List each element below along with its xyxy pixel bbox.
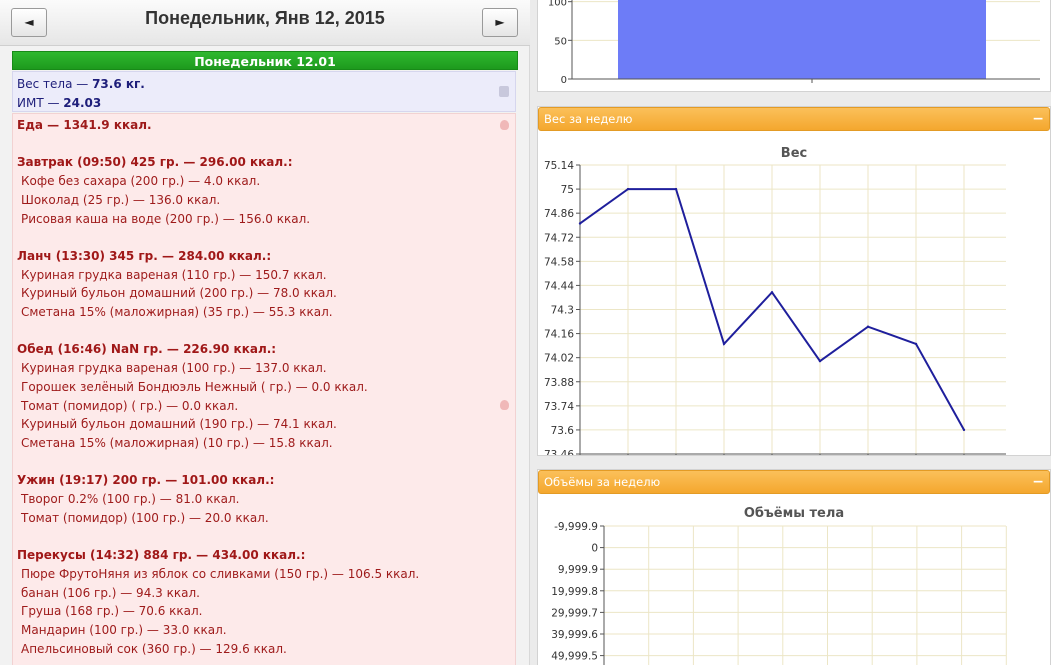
volumes-panel-header[interactable]: Объёмы за неделю − — [538, 470, 1050, 494]
y-tick-label: 50 — [554, 36, 567, 47]
y-tick-label: 74.44 — [544, 280, 574, 292]
meal-title[interactable]: Ланч (13:30) 345 гр. — 284.00 ккал.: — [17, 247, 511, 266]
food-box: Еда — 1341.9 ккал. Завтрак (09:50) 425 г… — [12, 113, 516, 665]
y-tick-label: 73.74 — [544, 401, 574, 413]
meal-item[interactable]: Пюре ФрутоНяня из яблок со сливками (150… — [17, 565, 511, 584]
weight-row: Вес тела — 73.6 кг. — [17, 75, 511, 94]
meal-title[interactable]: Обед (16:46) NaN гр. — 226.90 ккал.: — [17, 340, 511, 359]
meal-item[interactable]: Сметана 15% (маложирная) (10 гр.) — 15.8… — [17, 434, 511, 453]
next-day-button[interactable]: ► — [482, 8, 518, 37]
meal-title[interactable]: Ужин (19:17) 200 гр. — 101.00 ккал.: — [17, 471, 511, 490]
weight-point — [866, 325, 870, 328]
weight-point — [578, 222, 582, 225]
y-tick-label: 100 — [548, 0, 567, 9]
date-header: ◄ Понедельник, Янв 12, 2015 ► — [0, 0, 530, 46]
meal-item[interactable]: Куриная грудка вареная (100 гр.) — 137.0… — [17, 359, 511, 378]
y-tick-label: 74.16 — [544, 329, 574, 341]
body-stats-box: Вес тела — 73.6 кг. ИМТ — 24.03 — [12, 71, 516, 112]
meal-item[interactable]: Груша (168 гр.) — 70.6 ккал. — [17, 602, 511, 621]
y-tick-label: 74.86 — [544, 208, 574, 220]
y-tick-label: 74.3 — [551, 305, 574, 317]
meal-item[interactable]: Апельсиновый сок (360 гр.) — 129.6 ккал. — [17, 640, 511, 659]
collapse-button[interactable]: − — [1032, 108, 1044, 130]
y-tick-label: 74.02 — [544, 353, 574, 365]
y-tick-label: 29,999.7 — [551, 607, 598, 619]
meal-item[interactable]: Мандарин (100 гр.) — 33.0 ккал. — [17, 621, 511, 640]
meal-item[interactable]: Куриный бульон домашний (190 гр.) — 74.1… — [17, 415, 511, 434]
volumes-line-chart: Объёмы тела -9,999.9 0 9,999.9 19,999.8 29,99… — [551, 506, 1007, 665]
y-tick-label: 0 — [591, 543, 598, 555]
weight-label: Вес тела — — [17, 77, 93, 91]
y-tick-label: 74.72 — [544, 232, 574, 244]
meal-title[interactable]: Завтрак (09:50) 425 гр. — 296.00 ккал.: — [17, 153, 511, 172]
meal-item[interactable]: Томат (помидор) (100 гр.) — 20.0 ккал. — [17, 509, 511, 528]
y-tick-label: 73.88 — [544, 377, 574, 389]
weight-panel-title: Вес за неделю — [544, 112, 633, 126]
meal-item[interactable]: Кофе без сахара (200 гр.) — 4.0 ккал. — [17, 172, 511, 191]
y-tick-label: 49,999.5 — [551, 651, 598, 663]
bmi-value: 24.03 — [63, 96, 102, 110]
meal-item[interactable]: Томат (помидор) ( гр.) — 0.0 ккал. — [17, 397, 511, 416]
weight-point — [626, 187, 630, 191]
y-tick-label: 73.46 — [544, 449, 574, 455]
weight-point — [914, 342, 918, 346]
weight-point — [962, 428, 966, 432]
apple-icon[interactable] — [500, 400, 509, 410]
y-tick-label: 0 — [561, 75, 567, 86]
weight-point — [722, 342, 726, 346]
volumes-panel-title: Объёмы за неделю — [544, 475, 661, 489]
meal-item[interactable]: Шоколад (25 гр.) — 136.0 ккал. — [17, 191, 511, 210]
day-bar[interactable]: Понедельник 12.01 — [12, 51, 518, 70]
weight-panel-header[interactable]: Вес за неделю − — [538, 107, 1050, 131]
apple-icon[interactable] — [500, 120, 509, 130]
y-tick-label: 75.14 — [544, 160, 574, 172]
top-bar-chart: 0 50 100 — [548, 0, 1040, 86]
meal-item[interactable]: банан (106 гр.) — 94.3 ккал. — [17, 584, 511, 603]
weight-chart-card: Вес за неделю − Вес 75.14 75 74.86 74.72 74.5… — [537, 106, 1051, 471]
collapse-button[interactable]: − — [1032, 471, 1044, 493]
y-tick-label: 73.6 — [551, 425, 575, 437]
meal-item[interactable]: Рисовая каша на воде (200 гр.) — 156.0 к… — [17, 210, 511, 229]
meals-list: Завтрак (09:50) 425 гр. — 296.00 ккал.: К… — [17, 153, 511, 658]
meal-item[interactable]: Куриный бульон домашний (200 гр.) — 78.0… — [17, 284, 511, 303]
meal-title[interactable]: Перекусы (14:32) 884 гр. — 434.00 ккал.: — [17, 546, 511, 565]
weight-value: 73.6 кг. — [92, 77, 145, 91]
day-diary-panel: ◄ Понедельник, Янв 12, 2015 ► Понедельни… — [0, 0, 530, 665]
previous-day-button[interactable]: ◄ — [11, 8, 47, 37]
meal-item[interactable]: Куриная грудка вареная (110 гр.) — 150.7… — [17, 266, 511, 285]
bmi-label: ИМТ — — [17, 96, 64, 110]
weight-point — [770, 291, 774, 294]
meal-item[interactable]: Горошек зелёный Бондюэль Нежный ( гр.) —… — [17, 378, 511, 397]
bar — [618, 0, 986, 79]
food-total: Еда — 1341.9 ккал. — [17, 118, 152, 132]
y-tick-label: 74.58 — [544, 256, 574, 268]
y-tick-label: 39,999.6 — [551, 629, 598, 641]
y-tick-label: 19,999.8 — [551, 586, 598, 598]
chart-title: Вес — [781, 146, 807, 161]
scale-icon[interactable] — [499, 86, 509, 97]
weight-point — [674, 187, 678, 191]
y-tick-label: 75 — [561, 184, 574, 196]
volumes-chart-card: Объёмы за неделю − Объёмы тела -9,999.9 0 9… — [537, 469, 1051, 665]
bmi-row: ИМТ — 24.03 — [17, 94, 511, 113]
y-tick-label: -9,999.9 — [554, 521, 598, 533]
meal-item[interactable]: Сметана 15% (маложирная) (35 гр.) — 55.3… — [17, 303, 511, 322]
weight-line-chart: Вес 75.14 75 74.86 74.72 74.58 74.44 74.3 74.16 7… — [544, 146, 1006, 471]
top-chart-card: 0 50 100 — [537, 0, 1051, 92]
meal-item[interactable]: Творог 0.2% (100 гр.) — 81.0 ккал. — [17, 490, 511, 509]
y-tick-label: 9,999.9 — [558, 564, 598, 576]
chart-title: Объёмы тела — [744, 506, 844, 521]
charts-panel: 0 50 100 Вес за неделю − Вес 75.14 75 74.86 74… — [530, 0, 1051, 665]
date-title: Понедельник, Янв 12, 2015 — [145, 8, 385, 28]
weight-point — [818, 359, 822, 363]
